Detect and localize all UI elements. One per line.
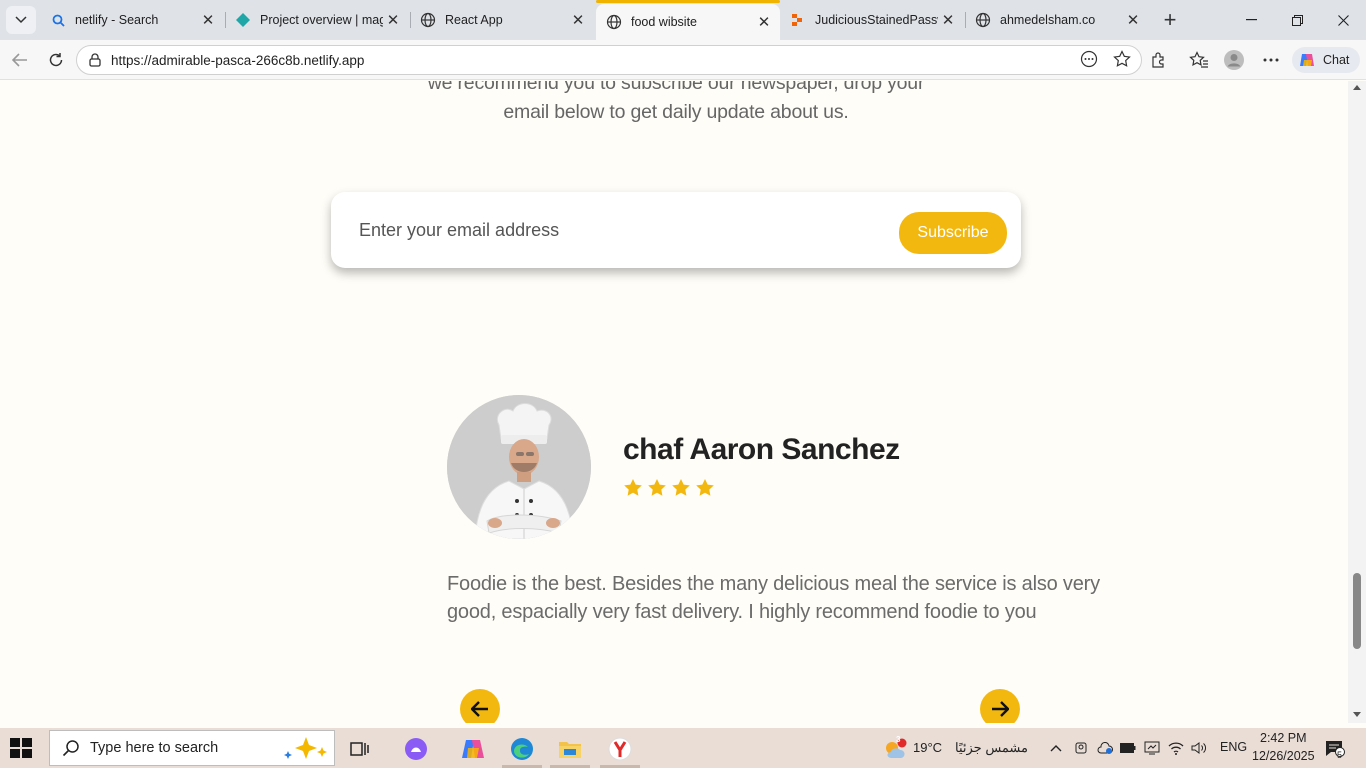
- refresh-icon[interactable]: [43, 48, 69, 72]
- star-icon: [648, 479, 666, 496]
- close-icon[interactable]: ✕: [198, 10, 218, 30]
- tab-netlify-search[interactable]: netlify - Search ✕: [40, 4, 224, 36]
- tab-title: Project overview | magen: [260, 13, 383, 27]
- notification-count: 5: [1337, 750, 1343, 760]
- chef-name-heading: chaf Aaron Sanchez: [623, 433, 900, 466]
- extensions-puzzle-icon[interactable]: [1147, 48, 1171, 72]
- rating-stars: [623, 478, 715, 498]
- search-icon: [50, 12, 66, 28]
- subscribe-button[interactable]: Subscribe: [899, 212, 1007, 254]
- weather-temperature[interactable]: 19°C: [913, 740, 942, 755]
- globe-icon: [420, 12, 436, 28]
- tab-replit[interactable]: JudiciousStainedPassword ✕: [780, 4, 964, 36]
- new-tab-plus-icon[interactable]: +: [1158, 7, 1182, 32]
- next-testimonial-button[interactable]: [980, 689, 1020, 723]
- close-icon[interactable]: ✕: [754, 12, 774, 32]
- netlify-diamond-icon: [235, 12, 251, 28]
- weather-description[interactable]: مشمس جزئيًا: [955, 740, 1028, 756]
- globe-icon: [975, 12, 991, 28]
- window-close-icon[interactable]: [1320, 6, 1366, 34]
- star-icon: [624, 479, 642, 496]
- search-highlight-sparkle-icon: [284, 737, 327, 759]
- taskbar-search-placeholder: Type here to search: [90, 740, 219, 756]
- input-language[interactable]: ENG: [1220, 740, 1247, 754]
- tab-title: ahmedelsham.co: [1000, 13, 1096, 27]
- chef-portrait-image: [447, 395, 591, 539]
- scroll-up-arrow-icon[interactable]: [1353, 85, 1361, 90]
- close-icon[interactable]: ✕: [568, 10, 588, 30]
- onedrive-cloud-icon[interactable]: [1097, 740, 1113, 756]
- newsletter-description: we recommend you to subscribe our newspa…: [427, 81, 925, 123]
- tab-strip: netlify - Search ✕ Project overview | ma…: [0, 0, 1366, 40]
- scrollbar-thumb[interactable]: [1353, 573, 1361, 649]
- close-icon[interactable]: ✕: [383, 10, 403, 30]
- back-arrow-icon[interactable]: [7, 48, 33, 72]
- tab-title: JudiciousStainedPassword: [815, 13, 938, 27]
- tab-react-app[interactable]: React App ✕: [410, 4, 594, 36]
- prev-testimonial-button[interactable]: [460, 689, 500, 723]
- yandex-browser-icon[interactable]: [607, 736, 633, 762]
- display-settings-icon[interactable]: [1144, 740, 1160, 756]
- tab-food-website[interactable]: food wibsite ✕: [596, 0, 780, 40]
- search-icon: [62, 740, 79, 757]
- tab-ahmedelsham[interactable]: ahmedelsham.co ✕: [965, 4, 1149, 36]
- tab-project-overview[interactable]: Project overview | magen ✕: [225, 4, 409, 36]
- clock-time[interactable]: 2:42 PM: [1260, 731, 1307, 745]
- minimize-icon[interactable]: [1228, 6, 1274, 34]
- tab-title: React App: [445, 13, 503, 27]
- taskbar-search-box[interactable]: Type here to search: [49, 730, 335, 766]
- replit-icon: [790, 12, 806, 28]
- task-view-icon[interactable]: [347, 736, 373, 762]
- tab-actions-menu-button[interactable]: [6, 6, 36, 34]
- email-input[interactable]: [359, 212, 879, 248]
- review-text: Foodie is the best. Besides the many del…: [447, 573, 1100, 623]
- url-text[interactable]: https://admirable-pasca-266c8b.netlify.a…: [111, 53, 364, 68]
- arrow-right-icon: [992, 701, 1009, 717]
- weather-partly-sunny-icon[interactable]: [882, 736, 908, 762]
- arrow-left-icon: [471, 701, 488, 717]
- tab-title: netlify - Search: [75, 13, 159, 27]
- weather-badge: 3: [896, 735, 901, 744]
- clock-date[interactable]: 12/26/2025: [1252, 749, 1315, 763]
- scroll-down-arrow-icon[interactable]: [1353, 712, 1361, 717]
- copilot-icon: [1300, 54, 1314, 66]
- lock-icon[interactable]: [87, 52, 103, 68]
- volume-icon[interactable]: [1191, 740, 1207, 756]
- chef-avatar: [447, 395, 591, 539]
- battery-icon[interactable]: [1120, 740, 1136, 756]
- edge-browser-icon[interactable]: [509, 736, 535, 762]
- chevron-down-icon: [15, 16, 27, 24]
- subscribe-form: Subscribe: [331, 192, 1021, 268]
- meet-now-icon[interactable]: [1073, 740, 1089, 756]
- copilot-app-icon[interactable]: [460, 736, 486, 762]
- page-viewport: we recommend you to subscribe our newspa…: [0, 81, 1348, 723]
- profile-avatar-icon[interactable]: [1222, 48, 1246, 72]
- restore-icon[interactable]: [1274, 6, 1320, 34]
- close-icon[interactable]: ✕: [1123, 10, 1143, 30]
- file-explorer-icon[interactable]: [557, 736, 583, 762]
- more-tools-dots-icon[interactable]: [1078, 48, 1100, 70]
- chat-label: Chat: [1323, 53, 1350, 67]
- assistant-orb-icon[interactable]: [403, 736, 429, 762]
- copilot-chat-button[interactable]: Chat: [1292, 47, 1360, 73]
- page-scrollbar[interactable]: [1348, 81, 1366, 723]
- star-icon: [672, 479, 690, 496]
- tab-title: food wibsite: [631, 15, 698, 29]
- chevron-up-icon[interactable]: [1048, 740, 1064, 756]
- windows-taskbar: Type here to search 3 19°C مشمس جزئيًا E…: [0, 728, 1366, 768]
- wifi-icon[interactable]: [1168, 740, 1184, 756]
- windows-start-icon[interactable]: [10, 738, 32, 758]
- close-icon[interactable]: ✕: [938, 10, 958, 30]
- globe-icon: [606, 14, 622, 30]
- star-icon: [696, 479, 714, 496]
- favorite-star-icon[interactable]: [1111, 48, 1133, 70]
- url-bar[interactable]: https://admirable-pasca-266c8b.netlify.a…: [76, 45, 1142, 75]
- settings-more-icon[interactable]: [1259, 48, 1283, 72]
- favorites-list-icon[interactable]: [1187, 48, 1211, 72]
